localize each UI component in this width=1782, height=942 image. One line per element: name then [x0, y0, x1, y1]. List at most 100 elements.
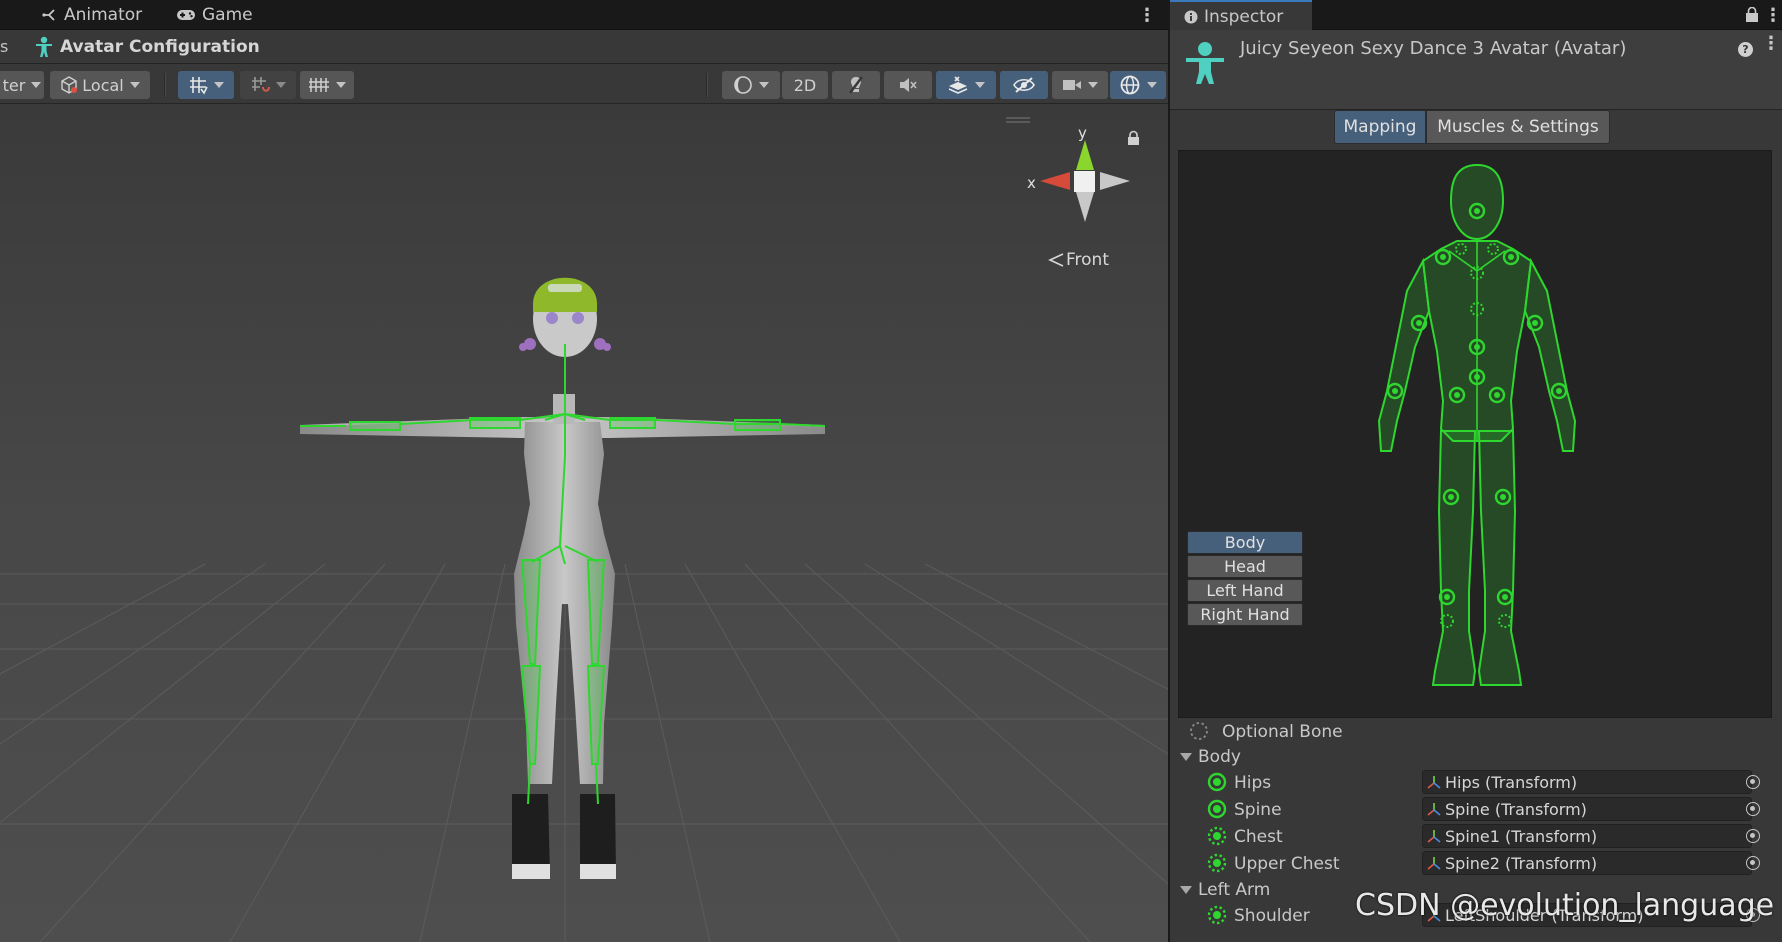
part-body-label: Body	[1224, 533, 1266, 552]
bone-transform-field[interactable]: Spine1 (Transform)	[1422, 824, 1752, 848]
breadcrumb-previous[interactable]: s	[0, 37, 14, 56]
required-bone-icon	[1207, 799, 1227, 819]
avatar-icon	[1186, 42, 1224, 84]
transform-axes-icon	[1427, 776, 1441, 789]
scene-visibility-toggle[interactable]	[1000, 71, 1048, 99]
gamepad-icon	[177, 10, 195, 20]
breadcrumb-current-label: Avatar Configuration	[60, 36, 260, 57]
view-front-label[interactable]: Front	[1048, 250, 1109, 270]
tab-inspector[interactable]: Inspector	[1170, 0, 1312, 31]
scene-viewport[interactable]: y x Front	[0, 104, 1168, 942]
foldout-arrow-icon	[1180, 885, 1192, 894]
foldout-arrow-icon	[1180, 752, 1192, 761]
chevron-down-icon	[129, 82, 140, 88]
info-icon	[1184, 10, 1198, 23]
chevron-down-icon	[1088, 82, 1098, 88]
breadcrumb-current[interactable]: Avatar Configuration	[34, 36, 260, 58]
inspector-panel: Inspector ⋮ Juicy Seyeon Sexy Dance 3 Av…	[1170, 0, 1782, 942]
bone-row-upper-chest: Upper Chest Spine2 (Transform)	[1170, 850, 1782, 877]
bone-row-hips: Hips Hips (Transform)	[1170, 769, 1782, 796]
gizmo-globe-icon	[1120, 75, 1140, 95]
toolbar-divider	[706, 73, 708, 97]
chevron-down-icon	[759, 82, 769, 88]
part-right-hand-button[interactable]: Right Hand	[1187, 603, 1303, 626]
optional-bone-legend: Optional Bone	[1170, 718, 1782, 745]
bone-label: Chest	[1234, 826, 1283, 847]
mute-speaker-icon	[900, 78, 917, 92]
bone-transform-value: Spine2 (Transform)	[1445, 853, 1598, 873]
2d-toggle-label: 2D	[793, 75, 817, 95]
gizmo-x-label: x	[1027, 174, 1036, 192]
inspector-header: Juicy Seyeon Sexy Dance 3 Avatar (Avatar…	[1170, 30, 1782, 110]
inspector-title: Juicy Seyeon Sexy Dance 3 Avatar (Avatar…	[1240, 38, 1627, 59]
increment-snap-toggle[interactable]	[240, 71, 296, 99]
grid-snap-icon	[190, 77, 208, 95]
gizmos-dropdown[interactable]	[1110, 71, 1166, 99]
2d-toggle[interactable]: 2D	[782, 71, 828, 99]
breadcrumb: s Avatar Configuration	[0, 30, 1168, 64]
gizmo-y-label: y	[1078, 124, 1087, 142]
bone-transform-value: Hips (Transform)	[1445, 772, 1578, 792]
tab-muscles-settings[interactable]: Muscles & Settings	[1426, 110, 1610, 144]
watermark-text: CSDN @evolution_language	[1355, 888, 1775, 923]
component-kebab-menu-icon[interactable]: ⋮	[1762, 28, 1780, 58]
bone-transform-field[interactable]: Spine2 (Transform)	[1422, 851, 1752, 875]
perspective-chevron-icon	[1048, 253, 1064, 267]
audio-toggle[interactable]	[884, 71, 932, 99]
light-bulb-icon	[849, 76, 863, 94]
object-picker-icon[interactable]	[1746, 802, 1760, 816]
hidden-eye-icon	[1013, 77, 1035, 93]
scene-canvas	[0, 104, 1168, 942]
tab-mapping-label: Mapping	[1343, 117, 1417, 137]
part-head-label: Head	[1224, 557, 1266, 576]
scene-kebab-menu-icon[interactable]: ⋮	[1138, 0, 1156, 30]
grid-visibility-dropdown[interactable]	[300, 71, 354, 99]
effects-dropdown[interactable]	[936, 71, 996, 99]
chevron-down-icon	[336, 82, 346, 88]
bone-row-spine: Spine Spine (Transform)	[1170, 796, 1782, 823]
transform-axes-icon	[1427, 830, 1441, 843]
camera-dropdown[interactable]	[1052, 71, 1108, 99]
tab-mapping[interactable]: Mapping	[1334, 110, 1426, 144]
shading-mode-dropdown[interactable]	[722, 71, 780, 99]
help-icon[interactable]: ?	[1738, 42, 1753, 57]
part-body-button[interactable]: Body	[1187, 531, 1303, 554]
part-left-hand-button[interactable]: Left Hand	[1187, 579, 1303, 602]
increment-snap-icon	[252, 77, 270, 92]
inspector-kebab-menu-icon[interactable]: ⋮	[1764, 0, 1782, 30]
tab-game[interactable]: Game	[162, 0, 267, 30]
transform-axes-icon	[1427, 803, 1441, 816]
optional-bone-icon	[1190, 722, 1208, 740]
grid-snap-toggle[interactable]	[178, 71, 234, 99]
optional-bone-icon	[1207, 826, 1227, 846]
object-picker-icon[interactable]	[1746, 856, 1760, 870]
bone-transform-field[interactable]: Spine (Transform)	[1422, 797, 1752, 821]
scene-panel: Animator Game ⋮ s Avatar Configuration t…	[0, 0, 1168, 942]
avatar-mapping-figure: Body Head Left Hand Right Hand	[1178, 150, 1772, 718]
cube-icon	[61, 76, 78, 94]
inspector-tab-bar: Inspector ⋮	[1170, 0, 1782, 31]
chevron-down-icon	[1147, 82, 1157, 88]
chevron-down-icon	[31, 82, 42, 88]
bone-label: Hips	[1234, 772, 1272, 793]
tab-animator[interactable]: Animator	[28, 0, 156, 30]
optional-bone-icon	[1207, 853, 1227, 873]
pivot-dropdown-label: ter	[2, 75, 26, 95]
chevron-down-icon	[214, 82, 224, 88]
lighting-toggle[interactable]	[832, 71, 880, 99]
bone-label: Shoulder	[1234, 905, 1310, 926]
bone-transform-field[interactable]: Hips (Transform)	[1422, 770, 1752, 794]
tab-game-label: Game	[202, 5, 253, 25]
object-picker-icon[interactable]	[1746, 829, 1760, 843]
body-section-foldout[interactable]: Body	[1170, 743, 1782, 770]
chevron-down-icon	[975, 82, 985, 88]
pivot-dropdown[interactable]: ter	[0, 71, 44, 99]
local-dropdown[interactable]: Local	[50, 71, 150, 99]
part-head-button[interactable]: Head	[1187, 555, 1303, 578]
humanoid-body-diagram	[1377, 163, 1577, 686]
bone-row-chest: Chest Spine1 (Transform)	[1170, 823, 1782, 850]
lock-icon[interactable]	[1746, 7, 1758, 22]
avatar-icon	[36, 36, 52, 57]
object-picker-icon[interactable]	[1746, 775, 1760, 789]
layers-effects-icon	[948, 76, 968, 94]
